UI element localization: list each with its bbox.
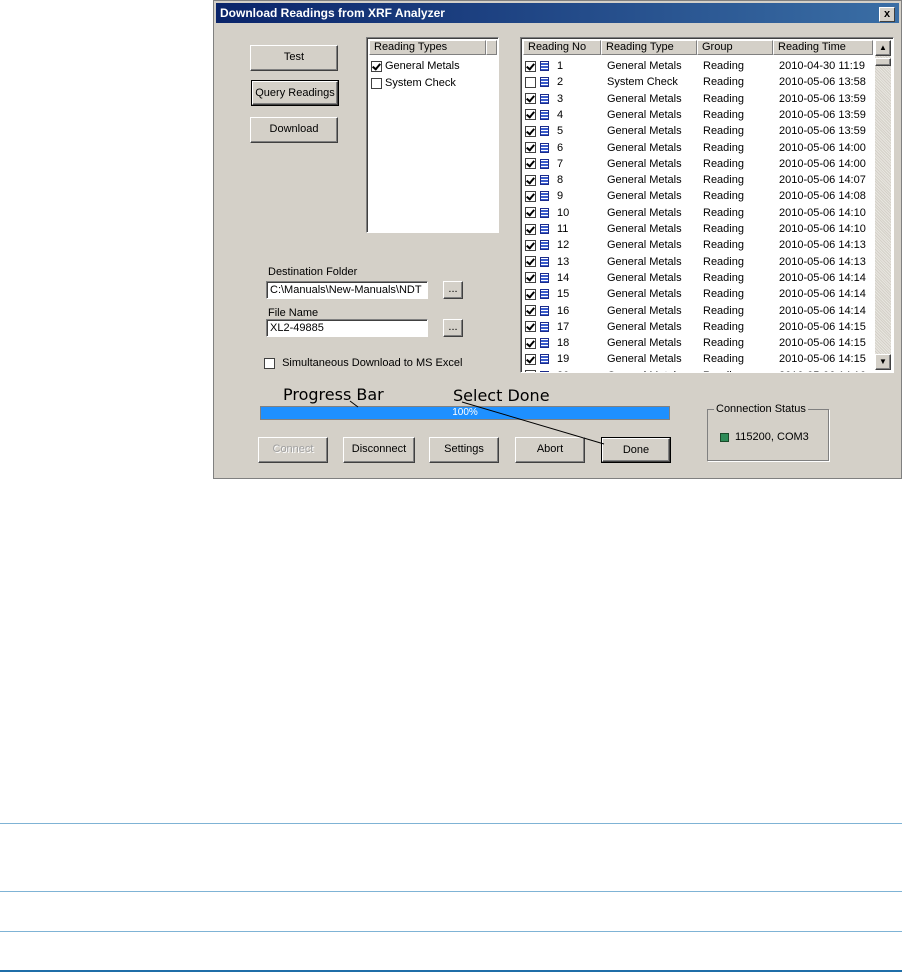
rule-1 — [0, 823, 902, 824]
rule-3 — [0, 931, 902, 932]
annotation-leader-lines — [349, 400, 605, 445]
progress-leader-line — [349, 400, 359, 408]
rule-2 — [0, 891, 902, 892]
rule-4 — [0, 970, 902, 972]
done-leader-line — [461, 401, 605, 445]
